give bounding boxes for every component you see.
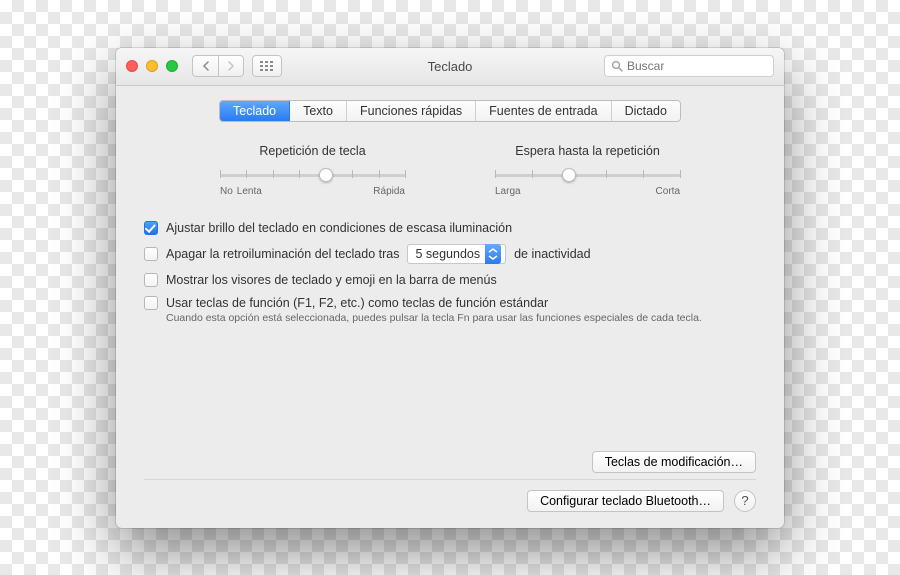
minimize-button[interactable]	[146, 60, 158, 72]
titlebar: Teclado	[116, 48, 784, 86]
checkbox-icon[interactable]	[144, 273, 158, 287]
search-icon	[611, 60, 623, 72]
back-button[interactable]	[192, 55, 218, 77]
delay-max: Corta	[656, 186, 680, 197]
options-list: Ajustar brillo del teclado en condicione…	[144, 221, 756, 324]
window-controls	[126, 60, 178, 72]
modifier-keys-button[interactable]: Teclas de modificación…	[592, 451, 756, 473]
opt-fn-keys-hint: Cuando esta opción está seleccionada, pu…	[166, 312, 756, 324]
opt-show-viewers-label: Mostrar los visores de teclado y emoji e…	[166, 273, 497, 287]
search-field-container[interactable]	[604, 55, 774, 77]
help-button[interactable]: ?	[734, 490, 756, 512]
key-repeat-mid: Lenta	[237, 186, 262, 197]
opt-backlight-off[interactable]: Apagar la retroiluminación del teclado t…	[144, 244, 756, 264]
checkbox-icon[interactable]	[144, 247, 158, 261]
opt-show-viewers[interactable]: Mostrar los visores de teclado y emoji e…	[144, 273, 756, 287]
tab-input-sources[interactable]: Fuentes de entrada	[476, 101, 611, 121]
tab-texto[interactable]: Texto	[290, 101, 347, 121]
delay-repeat-slider[interactable]	[495, 164, 680, 186]
delay-repeat-label: Espera hasta la repetición	[495, 144, 680, 158]
bluetooth-keyboard-button[interactable]: Configurar teclado Bluetooth…	[527, 490, 724, 512]
zoom-button[interactable]	[166, 60, 178, 72]
key-repeat-block: Repetición de tecla No Lenta Rápida	[220, 144, 405, 197]
content-area: Teclado Texto Funciones rápidas Fuentes …	[116, 86, 784, 528]
delay-repeat-block: Espera hasta la repetición Larga Corta	[495, 144, 680, 197]
delay-min: Larga	[495, 186, 521, 197]
checkbox-icon[interactable]	[144, 221, 158, 235]
tab-shortcuts[interactable]: Funciones rápidas	[347, 101, 476, 121]
opt-auto-brightness[interactable]: Ajustar brillo del teclado en condicione…	[144, 221, 756, 235]
close-button[interactable]	[126, 60, 138, 72]
opt-auto-brightness-label: Ajustar brillo del teclado en condicione…	[166, 221, 512, 235]
key-repeat-max: Rápida	[373, 186, 405, 197]
backlight-timeout-value: 5 segundos	[415, 247, 480, 261]
tab-teclado[interactable]: Teclado	[220, 101, 290, 121]
key-repeat-min: No	[220, 186, 233, 197]
key-repeat-label: Repetición de tecla	[220, 144, 405, 158]
opt-backlight-suffix: de inactividad	[514, 247, 590, 261]
opt-fn-keys-label: Usar teclas de función (F1, F2, etc.) co…	[166, 296, 548, 310]
help-icon: ?	[741, 493, 748, 508]
opt-fn-keys[interactable]: Usar teclas de función (F1, F2, etc.) co…	[144, 296, 756, 310]
opt-backlight-prefix: Apagar la retroiluminación del teclado t…	[166, 247, 399, 261]
select-stepper-icon	[485, 244, 501, 264]
key-repeat-slider[interactable]	[220, 164, 405, 186]
tab-bar: Teclado Texto Funciones rápidas Fuentes …	[219, 100, 681, 122]
forward-button[interactable]	[218, 55, 244, 77]
backlight-timeout-select[interactable]: 5 segundos	[407, 244, 506, 264]
tab-dictation[interactable]: Dictado	[612, 101, 680, 121]
checkbox-icon[interactable]	[144, 296, 158, 310]
show-all-button[interactable]	[252, 55, 282, 77]
search-input[interactable]	[627, 59, 767, 73]
preferences-window: Teclado Teclado Texto Funciones rápidas …	[116, 48, 784, 528]
